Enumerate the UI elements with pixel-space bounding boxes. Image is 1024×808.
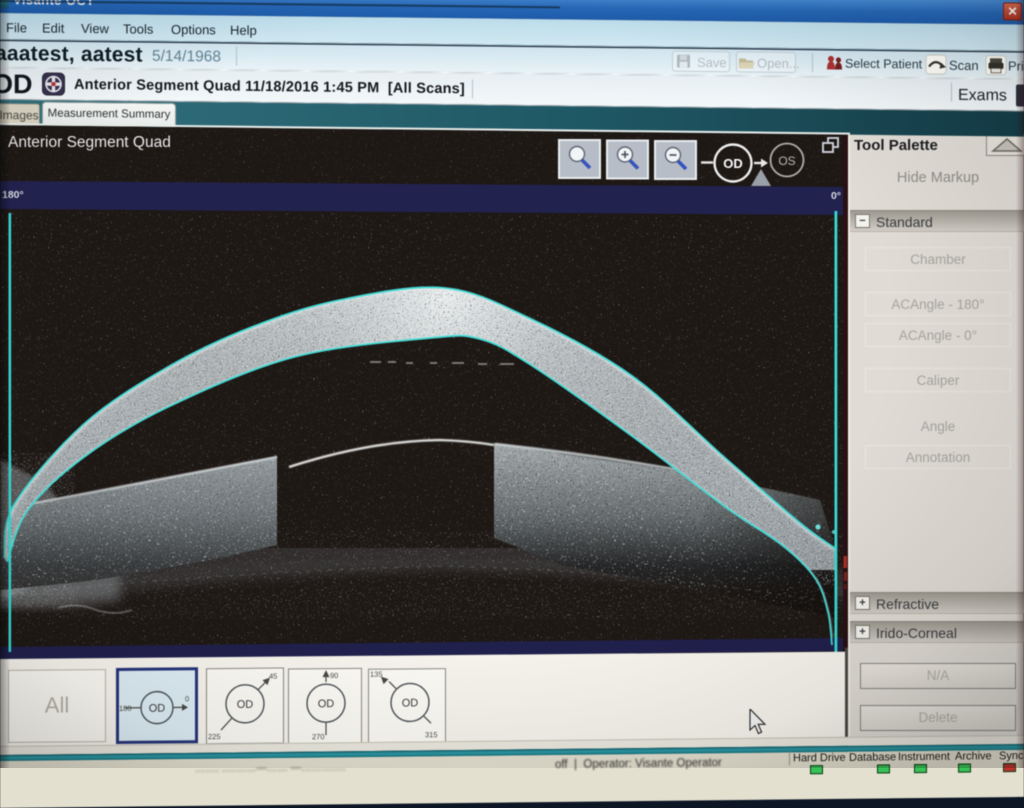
svg-text:0: 0 [185,694,189,703]
svg-text:OD: OD [149,703,166,715]
svg-text:45: 45 [269,672,277,681]
svg-text:180: 180 [119,704,132,713]
svg-text:OD: OD [402,697,419,709]
svg-text:0°: 0° [831,190,841,202]
svg-text:90: 90 [330,671,338,680]
svg-text:OD: OD [237,699,254,711]
svg-text:135: 135 [370,670,383,679]
svg-text:180°: 180° [2,189,24,201]
svg-text:OD: OD [318,698,335,710]
